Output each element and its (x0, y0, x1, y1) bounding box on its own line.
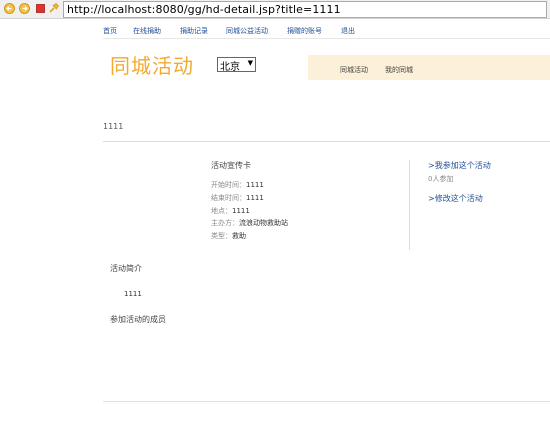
card-row-location: 地点：1111 (211, 206, 250, 216)
browser-toolbar: http://localhost:8080/gg/hd-detail.jsp?t… (0, 0, 550, 19)
intro-text: 1111 (124, 290, 142, 298)
subnav-item-my-local[interactable]: 我的同城 (385, 65, 413, 75)
card-row-label: 地点： (211, 207, 232, 215)
nav-item-donation-account[interactable]: 捐赠的账号 (287, 26, 322, 36)
card-row-value: 1111 (232, 207, 250, 215)
members-heading: 参加活动的成员 (110, 315, 166, 324)
nav-item-donation-records[interactable]: 捐助记录 (180, 26, 208, 36)
card-row-organizer: 主办方：流浪动物救助站 (211, 218, 288, 228)
card-row-value: 流浪动物救助站 (239, 219, 288, 227)
refresh-icon[interactable] (48, 3, 59, 14)
joined-count: 0人参加 (428, 175, 454, 183)
nav-item-online-donate[interactable]: 在线捐助 (133, 26, 161, 36)
card-row-value: 1111 (246, 181, 264, 189)
card-row-end-time: 结束时间：1111 (211, 193, 264, 203)
card-row-label: 主办方： (211, 219, 239, 227)
card-row-value: 救助 (232, 232, 246, 240)
city-select-value: 北京 (220, 62, 240, 73)
chevron-down-icon: ▼ (247, 59, 253, 67)
card-row-start-time: 开始时间：1111 (211, 180, 264, 190)
stop-icon[interactable] (35, 3, 46, 14)
subnav-item-local-activities[interactable]: 同城活动 (340, 65, 368, 75)
card-row-label: 结束时间： (211, 194, 246, 202)
card-row-label: 开始时间： (211, 181, 246, 189)
card-row-label: 类型： (211, 232, 232, 240)
city-select[interactable]: 北京 ▼ (217, 57, 256, 73)
intro-heading: 活动简介 (110, 264, 142, 273)
card-divider (409, 160, 410, 250)
nav-item-logout[interactable]: 退出 (341, 26, 355, 36)
sub-nav: 同城活动 我的同城 (308, 55, 550, 80)
title-divider (103, 141, 550, 142)
activity-title: 1111 (103, 122, 124, 131)
forward-icon[interactable] (19, 3, 30, 14)
url-text: http://localhost:8080/gg/hd-detail.jsp?t… (67, 3, 341, 16)
back-icon[interactable] (4, 3, 15, 14)
url-bar[interactable]: http://localhost:8080/gg/hd-detail.jsp?t… (63, 1, 547, 18)
nav-item-home[interactable]: 首页 (103, 26, 117, 36)
card-row-type: 类型：救助 (211, 231, 246, 241)
nav-item-local-charity[interactable]: 同城公益活动 (226, 26, 268, 36)
edit-activity-link[interactable]: >修改这个活动 (428, 193, 483, 204)
site-title: 同城活动 (110, 54, 194, 78)
join-activity-link[interactable]: >我参加这个活动 (428, 160, 491, 171)
nav-divider (103, 38, 550, 39)
card-heading: 活动宣传卡 (211, 161, 251, 170)
card-row-value: 1111 (246, 194, 264, 202)
bottom-divider (103, 401, 550, 402)
